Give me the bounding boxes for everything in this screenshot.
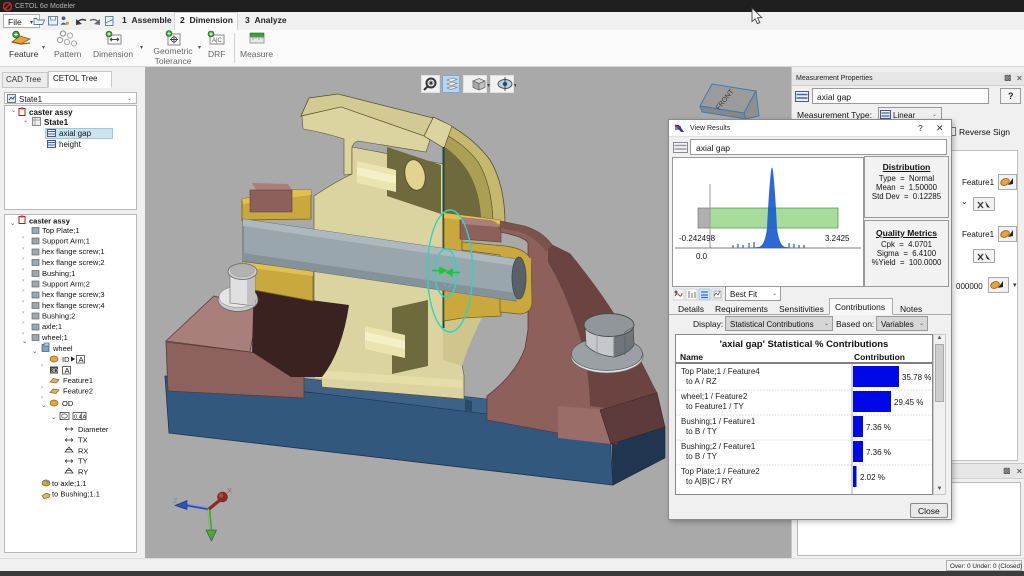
svg-text:hex flange screw;4: hex flange screw;4 [42, 301, 105, 310]
svg-text:A|C: A|C [212, 38, 223, 44]
svg-text:Bushing;1: Bushing;1 [42, 269, 75, 278]
svg-text:›: › [22, 255, 24, 262]
svg-text:⌄: ⌄ [22, 338, 27, 345]
svg-text:29.45 %: 29.45 % [894, 398, 923, 407]
svg-text:▾: ▾ [487, 83, 490, 89]
svg-text:Top Plate;1 / Feature2: Top Plate;1 / Feature2 [681, 467, 760, 476]
svg-text:Name: Name [680, 352, 703, 362]
svg-text:Top Plate;1 / Feature4: Top Plate;1 / Feature4 [681, 367, 760, 376]
svg-text:⌄: ⌄ [41, 402, 46, 409]
svg-text:-0.242498: -0.242498 [679, 234, 716, 243]
svg-text:Diameter: Diameter [78, 425, 109, 434]
svg-text:to A / RZ: to A / RZ [686, 377, 717, 386]
svg-text:›: › [41, 384, 43, 391]
svg-text:wheel;1: wheel;1 [41, 333, 68, 342]
svg-text:›: › [22, 266, 24, 273]
svg-text:to B / TY: to B / TY [686, 427, 718, 436]
svg-text:3D: 3D [51, 369, 58, 375]
svg-text:›: › [41, 394, 43, 401]
svg-text:⌄: ⌄ [51, 414, 56, 421]
svg-text:Bushing;1 / Feature1: Bushing;1 / Feature1 [681, 417, 756, 426]
svg-text:TX: TX [78, 436, 88, 445]
svg-text:RX: RX [78, 447, 88, 456]
svg-text:▾: ▾ [514, 83, 516, 89]
svg-text:'axial gap' Statistical % Cont: 'axial gap' Statistical % Contributions [720, 339, 889, 350]
svg-text:Support Arm;1: Support Arm;1 [42, 237, 90, 246]
svg-text:›: › [22, 330, 24, 337]
svg-text:›: › [22, 298, 24, 305]
svg-text:›: › [22, 287, 24, 294]
svg-text:0.0: 0.0 [696, 252, 708, 261]
svg-text:Support Arm;2: Support Arm;2 [42, 280, 90, 289]
svg-text:axle;1: axle;1 [42, 322, 62, 331]
svg-text:⌄: ⌄ [32, 348, 37, 355]
svg-text:to axle;1.1: to axle;1.1 [52, 479, 87, 488]
svg-text:›: › [22, 319, 24, 326]
svg-text:hex flange screw;1: hex flange screw;1 [42, 247, 105, 256]
svg-text:TY: TY [78, 457, 88, 466]
svg-text:⌄: ⌄ [10, 220, 15, 227]
svg-text:RY: RY [78, 468, 88, 477]
svg-text:A: A [65, 366, 70, 375]
svg-text:to Bushing;1.1: to Bushing;1.1 [52, 490, 100, 499]
svg-text:Top Plate;1: Top Plate;1 [42, 226, 80, 235]
svg-text:caster assy: caster assy [29, 217, 71, 226]
svg-text:7.36 %: 7.36 % [866, 448, 891, 457]
svg-text:›: › [22, 309, 24, 316]
svg-text:to A|B|C / RY: to A|B|C / RY [686, 477, 733, 486]
svg-text:2.02 %: 2.02 % [860, 473, 885, 482]
svg-text:Bushing;2: Bushing;2 [42, 312, 75, 321]
svg-text:›: › [41, 362, 43, 369]
svg-text:›: › [22, 245, 24, 252]
svg-text:Feature1: Feature1 [63, 376, 93, 385]
svg-text:Contribution: Contribution [854, 352, 905, 362]
svg-text:Bushing;2 / Feature1: Bushing;2 / Feature1 [681, 442, 756, 451]
svg-text:hex flange screw;2: hex flange screw;2 [42, 258, 105, 267]
svg-text:›: › [22, 234, 24, 241]
svg-text:ID: ID [62, 355, 70, 364]
svg-text:›: › [22, 277, 24, 284]
svg-text:A: A [79, 355, 84, 364]
svg-text:to Feature1 / TY: to Feature1 / TY [686, 402, 744, 411]
svg-text:35.78 %: 35.78 % [902, 373, 931, 382]
svg-text:0.4: 0.4 [74, 415, 82, 421]
svg-text:Z: Z [173, 496, 178, 505]
svg-text:wheel: wheel [52, 344, 73, 353]
svg-text:hex flange screw;3: hex flange screw;3 [42, 290, 105, 299]
svg-text:A: A [83, 415, 87, 421]
svg-text:wheel;1 / Feature2: wheel;1 / Feature2 [680, 392, 748, 401]
svg-text:Feature2: Feature2 [63, 387, 93, 396]
svg-text:X: X [227, 486, 232, 495]
svg-text:OD: OD [62, 399, 74, 408]
svg-text:7.36 %: 7.36 % [866, 423, 891, 432]
svg-text:to B / TY: to B / TY [686, 452, 718, 461]
svg-text:3.2425: 3.2425 [825, 234, 850, 243]
